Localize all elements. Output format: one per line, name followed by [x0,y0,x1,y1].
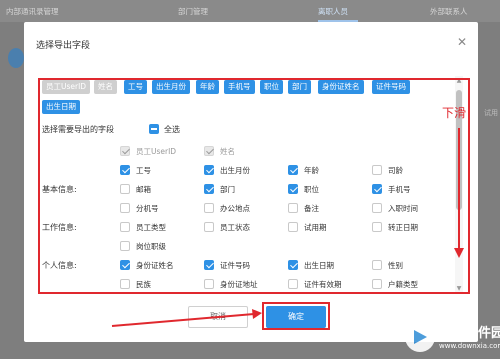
field-selection-panel: 员工UserID 姓名 工号 出生月份 年龄 手机号 职位 部门 身份证姓名 证… [38,76,464,294]
chip-id-number[interactable]: 证件号码 [372,80,410,94]
section-work-info: 工作信息: [42,223,77,232]
chip-birth-date[interactable]: 出生日期 [42,100,80,114]
watermark-title: 当下软件园 [439,326,500,341]
chip-position[interactable]: 职位 [260,80,283,94]
select-all-checkbox[interactable] [149,124,159,134]
chip-age[interactable]: 年龄 [196,80,219,94]
scroll-down-icon[interactable]: ▼ [455,285,463,293]
tab-departments[interactable]: 部门管理 [178,6,208,17]
watermark-url: www.downxia.com [439,342,500,350]
background-tabs: 内部通讯录管理 部门管理 离职人员 外部联系人 [0,0,500,22]
section-personal-info: 个人信息: [42,261,77,270]
scroll-hint-label: 下滑 [442,106,467,120]
tab-contacts[interactable]: 内部通讯录管理 [6,6,59,17]
scroll-up-icon[interactable]: ▲ [455,77,463,85]
avatar [8,48,24,68]
chip-id-name[interactable]: 身份证姓名 [318,80,364,94]
chip-phone[interactable]: 手机号 [224,80,255,94]
select-prompt: 选择需要导出的字段 [42,125,114,134]
export-fields-dialog: 选择导出字段 ✕ 员工UserID 姓名 工号 出生月份 年龄 手机号 职位 部… [24,22,478,342]
section-basic-info: 基本信息: [42,185,77,194]
watermark: 当下软件园 www.downxia.com [405,318,500,359]
chip-userid: 员工UserID [42,80,91,94]
select-all-label[interactable]: 全选 [164,124,180,135]
chip-department[interactable]: 部门 [288,80,311,94]
close-icon[interactable]: ✕ [454,34,470,50]
chip-name: 姓名 [94,80,117,94]
watermark-logo-icon [405,322,435,352]
background-side-text: 试用 [484,109,498,117]
confirm-button[interactable]: 确定 [266,306,326,328]
chip-birth-month[interactable]: 出生月份 [152,80,190,94]
tab-resigned[interactable]: 离职人员 [318,6,348,17]
dialog-title: 选择导出字段 [36,41,91,51]
chip-employee-no[interactable]: 工号 [124,80,147,94]
cancel-button[interactable]: 取消 [188,306,248,328]
tab-external[interactable]: 外部联系人 [430,6,468,17]
